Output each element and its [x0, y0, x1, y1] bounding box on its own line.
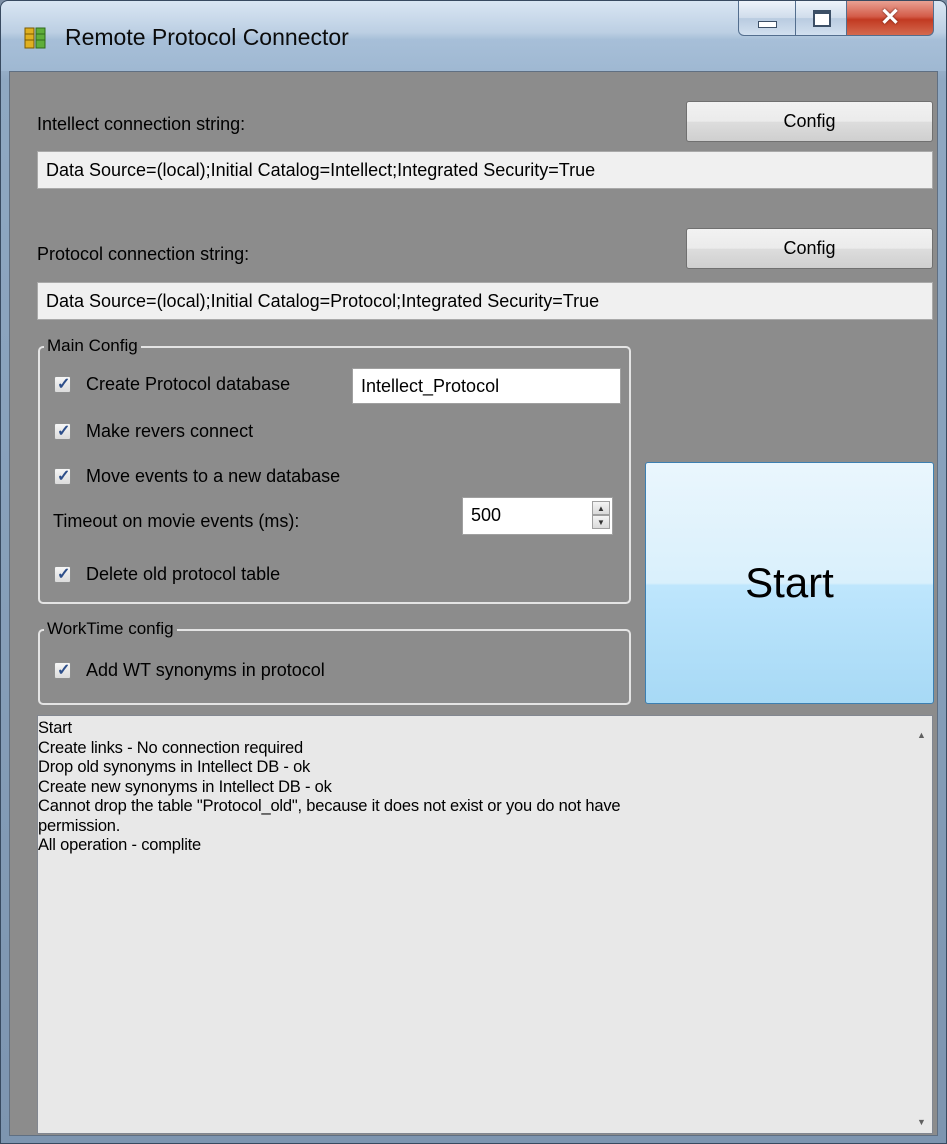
intellect-connection-field[interactable]: Data Source=(local);Initial Catalog=Inte…: [37, 151, 933, 189]
window-title: Remote Protocol Connector: [65, 24, 349, 50]
spin-up-icon[interactable]: ▲: [592, 501, 610, 515]
log-line: permission.: [38, 816, 121, 835]
minimize-button[interactable]: [738, 1, 796, 36]
window-controls: ✕: [738, 1, 934, 37]
intellect-config-button[interactable]: Config: [686, 101, 933, 142]
log-text: Start Create links - No connection requir…: [38, 719, 918, 856]
worktime-config-title: WorkTime config: [44, 619, 177, 639]
log-line: Start: [38, 719, 72, 737]
start-button[interactable]: Start: [645, 462, 934, 704]
add-wt-checkbox[interactable]: ✓: [54, 662, 71, 679]
protocol-connection-field[interactable]: Data Source=(local);Initial Catalog=Prot…: [37, 282, 933, 320]
protocol-connection-label: Protocol connection string:: [37, 244, 250, 264]
close-icon: ✕: [879, 4, 901, 31]
db-name-input[interactable]: Intellect_Protocol: [352, 368, 621, 404]
close-button[interactable]: ✕: [847, 1, 934, 36]
delete-old-label: Delete old protocol table: [86, 564, 281, 584]
app-window: Remote Protocol Connector ✕ Intellect co…: [0, 0, 947, 1144]
title-bar[interactable]: Remote Protocol Connector ✕: [1, 1, 946, 71]
timeout-label: Timeout on movie events (ms):: [53, 511, 300, 531]
spin-down-icon[interactable]: ▼: [592, 515, 610, 529]
add-wt-label: Add WT synonyms in protocol: [86, 660, 325, 680]
checkmark-icon: ✓: [57, 468, 71, 485]
log-output[interactable]: Start Create links - No connection requir…: [37, 715, 933, 1134]
intellect-connection-label: Intellect connection string:: [37, 114, 246, 134]
log-line: Cannot drop the table "Protocol_old", be…: [38, 797, 621, 815]
maximize-icon: [813, 10, 831, 27]
create-db-label: Create Protocol database: [86, 374, 291, 394]
checkmark-icon: ✓: [57, 423, 71, 440]
log-line: Drop old synonyms in Intellect DB - ok: [38, 758, 311, 776]
revers-connect-label: Make revers connect: [86, 421, 254, 441]
client-area: Intellect connection string: Config Data…: [9, 71, 938, 1136]
log-line: All operation - complite: [38, 836, 202, 854]
checkmark-icon: ✓: [57, 566, 71, 583]
create-db-checkbox[interactable]: ✓: [54, 376, 71, 393]
checkmark-icon: ✓: [57, 662, 71, 679]
main-config-title: Main Config: [44, 336, 141, 356]
scroll-down-icon[interactable]: ▼: [917, 1117, 926, 1127]
minimize-icon: [758, 21, 777, 28]
checkmark-icon: ✓: [57, 376, 71, 393]
maximize-button[interactable]: [796, 1, 847, 36]
log-line: Create new synonyms in Intellect DB - ok: [38, 777, 332, 796]
protocol-config-button[interactable]: Config: [686, 228, 933, 269]
timeout-stepper[interactable]: 500 ▲ ▼: [462, 497, 613, 535]
log-scrollbar[interactable]: ▲ ▼: [912, 716, 932, 1133]
move-events-checkbox[interactable]: ✓: [54, 468, 71, 485]
database-icon: [24, 27, 46, 49]
scroll-up-icon[interactable]: ▲: [917, 730, 926, 740]
log-line: Create links - No connection required: [38, 738, 303, 757]
timeout-value: 500: [471, 505, 502, 525]
move-events-label: Move events to a new database: [86, 466, 341, 486]
revers-connect-checkbox[interactable]: ✓: [54, 423, 71, 440]
delete-old-checkbox[interactable]: ✓: [54, 566, 71, 583]
